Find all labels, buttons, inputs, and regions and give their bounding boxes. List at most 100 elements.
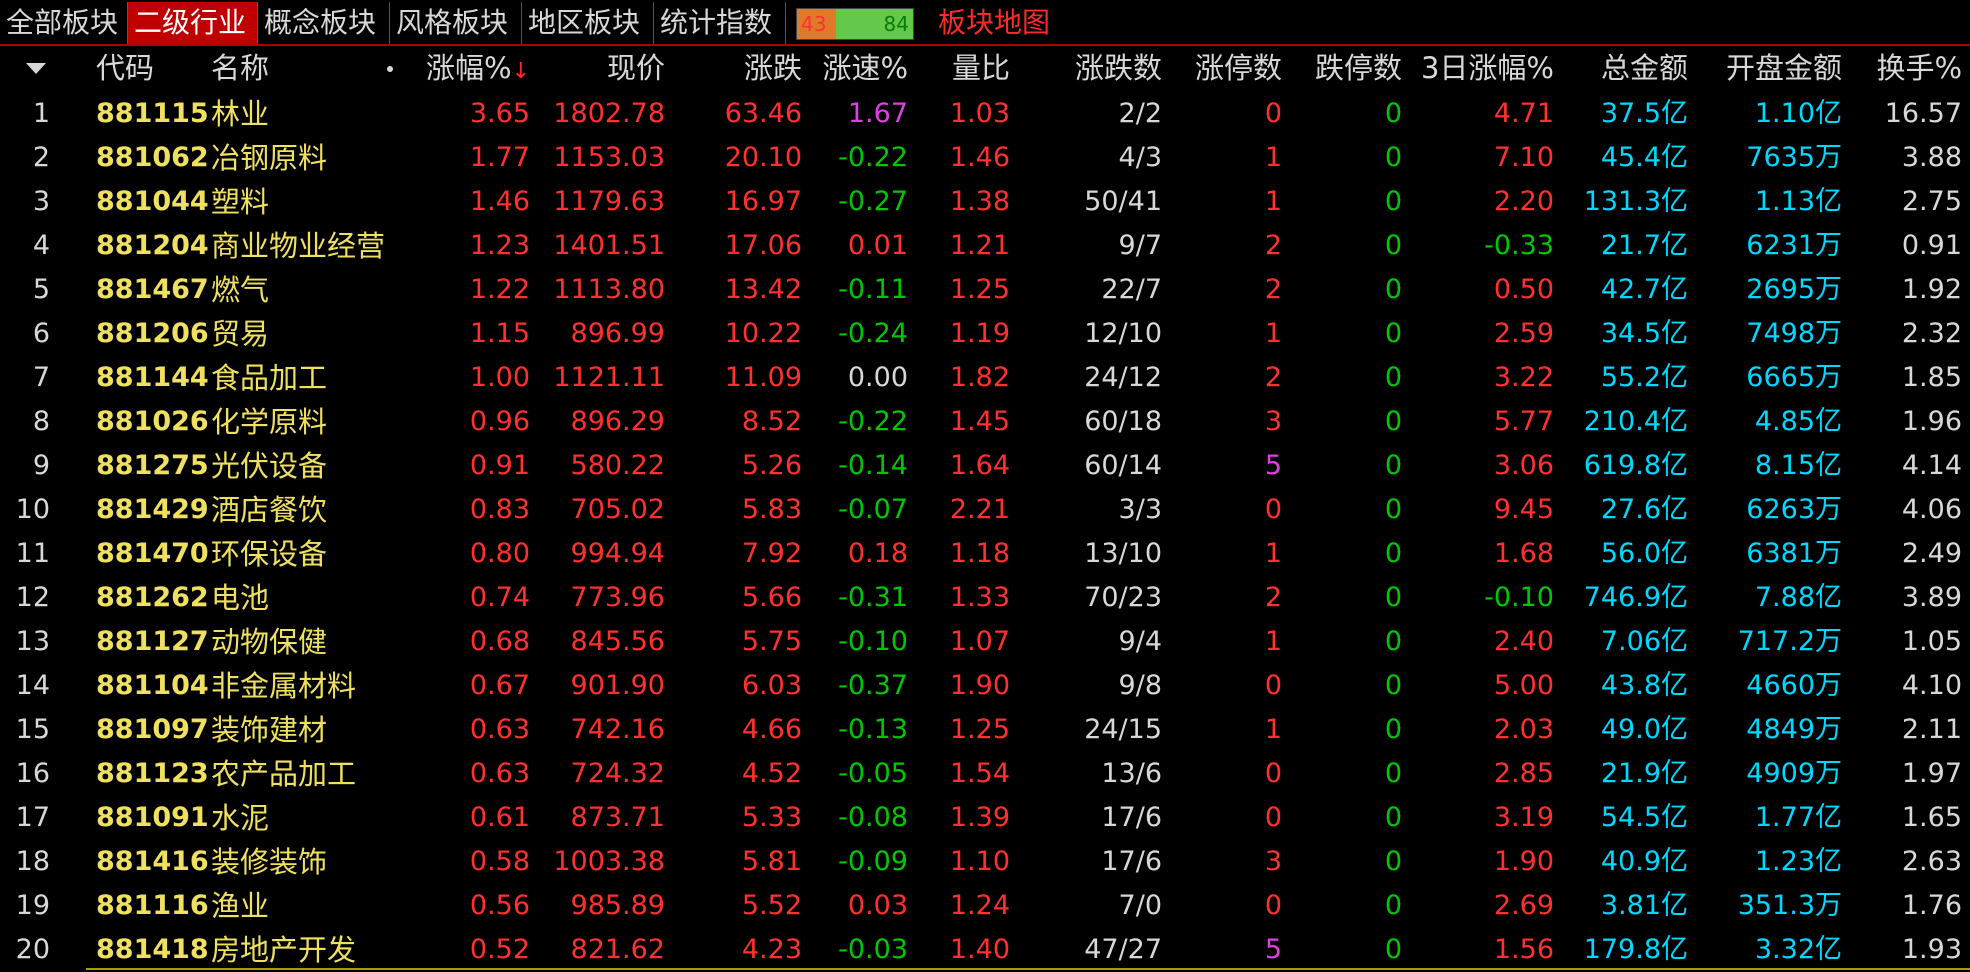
- row-speed: -0.31: [838, 582, 908, 613]
- table-row[interactable]: 9 881275 光伏设备 0.91 580.22 5.26 -0.14 1.64 60/14 5…: [0, 444, 1970, 488]
- row-pct: 0.61: [469, 802, 530, 833]
- row-open-amount: 4909万: [1746, 758, 1842, 789]
- row-index: 20: [15, 934, 50, 965]
- row-speed: -0.09: [838, 846, 908, 877]
- sector-map-link[interactable]: 板块地图: [938, 2, 1050, 44]
- row-name: 装饰建材: [211, 713, 328, 747]
- row-advance-decline: 60/14: [1084, 450, 1162, 481]
- dropdown-triangle-icon[interactable]: [26, 63, 46, 74]
- row-name: 燃气: [211, 273, 270, 307]
- row-advance-decline: 17/6: [1101, 846, 1162, 877]
- header-change[interactable]: 涨跌: [680, 46, 802, 90]
- tab-all-sectors[interactable]: 全部板块: [0, 2, 128, 44]
- row-amount: 746.9亿: [1583, 582, 1688, 613]
- tab-bar: 全部板块 二级行业 概念板块 风格板块 地区板块 统计指数 43 84 板块地图: [0, 0, 1970, 46]
- table-row[interactable]: 5 881467 燃气 1.22 1113.80 13.42 -0.11 1.25 22/7 2 0…: [0, 268, 1970, 312]
- table-row[interactable]: 6 881206 贸易 1.15 896.99 10.22 -0.24 1.19 12/10 1 0…: [0, 312, 1970, 356]
- row-open-amount: 4660万: [1746, 670, 1842, 701]
- table-row[interactable]: 3 881044 塑料 1.46 1179.63 16.97 -0.27 1.38 50/41 1…: [0, 180, 1970, 224]
- row-open-amount: 717.2万: [1737, 626, 1842, 657]
- row-advance-decline: 9/8: [1118, 670, 1162, 701]
- row-turnover: 1.76: [1901, 890, 1962, 921]
- header-code[interactable]: 代码: [96, 46, 196, 90]
- table-header: 代码 名称 涨幅%↓ 现价 涨跌 涨速% 量比 涨跌数 涨停数 跌停数 3日涨幅…: [0, 46, 1970, 90]
- row-limit-up: 0: [1264, 802, 1282, 833]
- row-name: 农产品加工: [211, 757, 357, 791]
- table-row[interactable]: 16 881123 农产品加工 0.63 724.32 4.52 -0.05 1.54 13/6…: [0, 752, 1970, 796]
- row-3day-return: 0.50: [1493, 274, 1554, 305]
- row-volume-ratio: 1.38: [949, 186, 1010, 217]
- row-speed: -0.11: [838, 274, 908, 305]
- table-row[interactable]: 14 881104 非金属材料 0.67 901.90 6.03 -0.37 1.90 9/8 0…: [0, 664, 1970, 708]
- row-pct: 1.77: [469, 142, 530, 173]
- row-speed: -0.13: [838, 714, 908, 745]
- row-amount: 21.7亿: [1600, 230, 1688, 261]
- tab-style-sectors[interactable]: 风格板块: [390, 2, 522, 44]
- table-row[interactable]: 15 881097 装饰建材 0.63 742.16 4.66 -0.13 1.25 24/15…: [0, 708, 1970, 752]
- row-pct: 0.63: [469, 714, 530, 745]
- row-price: 580.22: [570, 450, 665, 481]
- table-row[interactable]: 12 881262 电池 0.74 773.96 5.66 -0.31 1.33 70/23 2 0…: [0, 576, 1970, 620]
- table-row[interactable]: 10 881429 酒店餐饮 0.83 705.02 5.83 -0.07 2.21 3/3 0 0…: [0, 488, 1970, 532]
- row-3day-return: -0.10: [1484, 582, 1554, 613]
- header-amount[interactable]: 总金额: [1560, 46, 1688, 90]
- table-row[interactable]: 2 881062 冶钢原料 1.77 1153.03 20.10 -0.22 1.46 4/3 1…: [0, 136, 1970, 180]
- header-advance-decline[interactable]: 涨跌数: [1030, 46, 1162, 90]
- table-row[interactable]: 13 881127 动物保健 0.68 845.56 5.75 -0.10 1.07 9/4 1 0…: [0, 620, 1970, 664]
- header-name[interactable]: 名称: [211, 46, 311, 90]
- row-turnover: 3.88: [1901, 142, 1962, 173]
- row-volume-ratio: 1.07: [949, 626, 1010, 657]
- row-limit-up: 2: [1264, 274, 1282, 305]
- row-amount: 210.4亿: [1583, 406, 1688, 437]
- header-open-amount[interactable]: 开盘金额: [1700, 46, 1842, 90]
- row-code: 881418: [96, 934, 209, 965]
- row-advance-decline: 9/4: [1118, 626, 1162, 657]
- table-row[interactable]: 4 881204 商业物业经营 1.23 1401.51 17.06 0.01 1.21 9/7…: [0, 224, 1970, 268]
- tab-region-sectors[interactable]: 地区板块: [522, 2, 654, 44]
- row-price: 1121.11: [553, 362, 665, 393]
- advance-count: 43: [801, 12, 827, 36]
- row-pct: 1.22: [469, 274, 530, 305]
- row-volume-ratio: 1.64: [949, 450, 1010, 481]
- row-price: 1179.63: [553, 186, 665, 217]
- header-speed[interactable]: 涨速%: [808, 46, 908, 90]
- table-row[interactable]: 7 881144 食品加工 1.00 1121.11 11.09 0.00 1.82 24/12…: [0, 356, 1970, 400]
- tab-statistical-index[interactable]: 统计指数: [654, 2, 786, 44]
- row-name: 环保设备: [211, 537, 328, 571]
- row-speed: 0.00: [847, 362, 908, 393]
- row-limit-up: 5: [1264, 450, 1282, 481]
- row-amount: 7.06亿: [1600, 626, 1688, 657]
- table-row[interactable]: 19 881116 渔业 0.56 985.89 5.52 0.03 1.24 7/0 0 0 2.6…: [0, 884, 1970, 928]
- header-price[interactable]: 现价: [540, 46, 665, 90]
- row-change: 6.03: [741, 670, 802, 701]
- header-turnover[interactable]: 换手%: [1850, 46, 1962, 90]
- row-open-amount: 351.3万: [1737, 890, 1842, 921]
- row-turnover: 1.96: [1901, 406, 1962, 437]
- header-limit-down[interactable]: 跌停数: [1290, 46, 1402, 90]
- row-index: 7: [32, 362, 50, 393]
- row-pct: 3.65: [469, 98, 530, 129]
- row-turnover: 1.65: [1901, 802, 1962, 833]
- row-speed: -0.03: [838, 934, 908, 965]
- table-row[interactable]: 17 881091 水泥 0.61 873.71 5.33 -0.08 1.39 17/6 0 0 3…: [0, 796, 1970, 840]
- table-row[interactable]: 8 881026 化学原料 0.96 896.29 8.52 -0.22 1.45 60/18 3…: [0, 400, 1970, 444]
- header-volume-ratio[interactable]: 量比: [910, 46, 1010, 90]
- row-open-amount: 4849万: [1746, 714, 1842, 745]
- row-price: 821.62: [570, 934, 665, 965]
- row-change: 7.92: [741, 538, 802, 569]
- row-limit-down: 0: [1384, 758, 1402, 789]
- row-volume-ratio: 1.46: [949, 142, 1010, 173]
- header-3day-return[interactable]: 3日涨幅%: [1410, 46, 1554, 90]
- row-change: 5.66: [741, 582, 802, 613]
- row-price: 901.90: [570, 670, 665, 701]
- table-row[interactable]: 18 881416 装修装饰 0.58 1003.38 5.81 -0.09 1.10 17/6…: [0, 840, 1970, 884]
- table-row[interactable]: 20 881418 房地产开发 0.52 821.62 4.23 -0.03 1.40 47/2…: [0, 928, 1970, 972]
- table-row[interactable]: 1 881115 林业 3.65 1802.78 63.46 1.67 1.03 2/2 0 0 4.…: [0, 92, 1970, 136]
- table-row[interactable]: 11 881470 环保设备 0.80 994.94 7.92 0.18 1.18 13/10 1…: [0, 532, 1970, 576]
- header-limit-up[interactable]: 涨停数: [1175, 46, 1282, 90]
- row-advance-decline: 70/23: [1084, 582, 1162, 613]
- tab-concept-sectors[interactable]: 概念板块: [258, 2, 390, 44]
- tab-industry-level2[interactable]: 二级行业: [128, 2, 258, 44]
- row-open-amount: 1.13亿: [1754, 186, 1842, 217]
- header-pct[interactable]: 涨幅%↓: [400, 46, 530, 90]
